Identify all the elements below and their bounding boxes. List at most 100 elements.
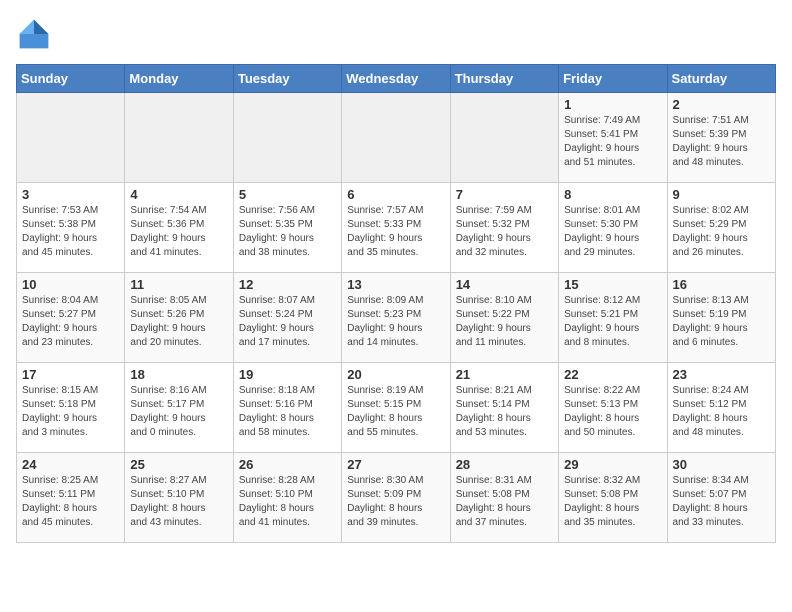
logo-icon [16,16,52,52]
calendar-cell: 25 Sunrise: 8:27 AM Sunset: 5:10 PM Dayli… [125,453,233,543]
day-number: 20 [347,367,444,382]
calendar-cell: 6 Sunrise: 7:57 AM Sunset: 5:33 PM Daylig… [342,183,450,273]
day-number: 14 [456,277,553,292]
calendar-cell: 29 Sunrise: 8:32 AM Sunset: 5:08 PM Dayli… [559,453,667,543]
day-number: 23 [673,367,770,382]
day-number: 7 [456,187,553,202]
calendar-cell: 27 Sunrise: 8:30 AM Sunset: 5:09 PM Dayli… [342,453,450,543]
calendar-cell: 15 Sunrise: 8:12 AM Sunset: 5:21 PM Dayli… [559,273,667,363]
calendar-cell: 18 Sunrise: 8:16 AM Sunset: 5:17 PM Dayli… [125,363,233,453]
calendar-week-2: 3 Sunrise: 7:53 AM Sunset: 5:38 PM Daylig… [17,183,776,273]
calendar-week-3: 10 Sunrise: 8:04 AM Sunset: 5:27 PM Dayli… [17,273,776,363]
day-info: Sunrise: 8:12 AM Sunset: 5:21 PM Dayligh… [564,294,661,350]
calendar-cell: 30 Sunrise: 8:34 AM Sunset: 5:07 PM Dayli… [667,453,775,543]
calendar-cell: 21 Sunrise: 8:21 AM Sunset: 5:14 PM Dayli… [450,363,558,453]
day-number: 27 [347,457,444,472]
page-header [16,16,776,52]
day-number: 2 [673,97,770,112]
day-number: 24 [22,457,119,472]
day-number: 11 [130,277,227,292]
day-number: 10 [22,277,119,292]
day-info: Sunrise: 8:24 AM Sunset: 5:12 PM Dayligh… [673,384,770,440]
calendar-cell: 4 Sunrise: 7:54 AM Sunset: 5:36 PM Daylig… [125,183,233,273]
day-info: Sunrise: 8:05 AM Sunset: 5:26 PM Dayligh… [130,294,227,350]
day-number: 6 [347,187,444,202]
day-info: Sunrise: 8:09 AM Sunset: 5:23 PM Dayligh… [347,294,444,350]
calendar-cell: 2Sunrise: 7:51 AM Sunset: 5:39 PM Daylig… [667,93,775,183]
calendar-cell [17,93,125,183]
day-info: Sunrise: 8:32 AM Sunset: 5:08 PM Dayligh… [564,474,661,530]
day-header-sunday: Sunday [17,65,125,93]
day-header-monday: Monday [125,65,233,93]
day-info: Sunrise: 8:07 AM Sunset: 5:24 PM Dayligh… [239,294,336,350]
day-header-tuesday: Tuesday [233,65,341,93]
day-number: 26 [239,457,336,472]
calendar-cell: 8Sunrise: 8:01 AM Sunset: 5:30 PM Daylig… [559,183,667,273]
day-number: 12 [239,277,336,292]
day-info: Sunrise: 8:04 AM Sunset: 5:27 PM Dayligh… [22,294,119,350]
day-number: 30 [673,457,770,472]
calendar-cell: 12 Sunrise: 8:07 AM Sunset: 5:24 PM Dayli… [233,273,341,363]
calendar-cell: 14 Sunrise: 8:10 AM Sunset: 5:22 PM Dayli… [450,273,558,363]
day-info: Sunrise: 8:10 AM Sunset: 5:22 PM Dayligh… [456,294,553,350]
calendar-cell: 9 Sunrise: 8:02 AM Sunset: 5:29 PM Daylig… [667,183,775,273]
calendar-week-5: 24 Sunrise: 8:25 AM Sunset: 5:11 PM Dayli… [17,453,776,543]
day-info: Sunrise: 8:30 AM Sunset: 5:09 PM Dayligh… [347,474,444,530]
calendar-cell: 17Sunrise: 8:15 AM Sunset: 5:18 PM Dayli… [17,363,125,453]
day-number: 18 [130,367,227,382]
day-number: 29 [564,457,661,472]
calendar-cell: 5 Sunrise: 7:56 AM Sunset: 5:35 PM Daylig… [233,183,341,273]
day-info: Sunrise: 8:27 AM Sunset: 5:10 PM Dayligh… [130,474,227,530]
calendar-cell: 23 Sunrise: 8:24 AM Sunset: 5:12 PM Dayli… [667,363,775,453]
day-number: 4 [130,187,227,202]
day-header-friday: Friday [559,65,667,93]
day-number: 15 [564,277,661,292]
logo [16,16,58,52]
day-info: Sunrise: 7:56 AM Sunset: 5:35 PM Dayligh… [239,204,336,260]
day-info: Sunrise: 8:21 AM Sunset: 5:14 PM Dayligh… [456,384,553,440]
calendar-cell: 11 Sunrise: 8:05 AM Sunset: 5:26 PM Dayli… [125,273,233,363]
day-number: 9 [673,187,770,202]
calendar-cell [450,93,558,183]
day-number: 25 [130,457,227,472]
day-info: Sunrise: 7:54 AM Sunset: 5:36 PM Dayligh… [130,204,227,260]
calendar-cell: 20Sunrise: 8:19 AM Sunset: 5:15 PM Dayli… [342,363,450,453]
calendar-cell [125,93,233,183]
day-number: 21 [456,367,553,382]
day-number: 19 [239,367,336,382]
calendar-cell: 13 Sunrise: 8:09 AM Sunset: 5:23 PM Dayli… [342,273,450,363]
calendar-week-4: 17Sunrise: 8:15 AM Sunset: 5:18 PM Dayli… [17,363,776,453]
calendar-cell: 24 Sunrise: 8:25 AM Sunset: 5:11 PM Dayli… [17,453,125,543]
day-number: 5 [239,187,336,202]
day-info: Sunrise: 8:25 AM Sunset: 5:11 PM Dayligh… [22,474,119,530]
day-info: Sunrise: 8:34 AM Sunset: 5:07 PM Dayligh… [673,474,770,530]
day-info: Sunrise: 8:22 AM Sunset: 5:13 PM Dayligh… [564,384,661,440]
day-info: Sunrise: 8:16 AM Sunset: 5:17 PM Dayligh… [130,384,227,440]
day-number: 13 [347,277,444,292]
day-header-wednesday: Wednesday [342,65,450,93]
calendar-cell: 26 Sunrise: 8:28 AM Sunset: 5:10 PM Dayli… [233,453,341,543]
calendar-header-row: SundayMondayTuesdayWednesdayThursdayFrid… [17,65,776,93]
day-info: Sunrise: 8:02 AM Sunset: 5:29 PM Dayligh… [673,204,770,260]
day-info: Sunrise: 7:57 AM Sunset: 5:33 PM Dayligh… [347,204,444,260]
calendar-cell: 16Sunrise: 8:13 AM Sunset: 5:19 PM Dayli… [667,273,775,363]
day-info: Sunrise: 7:53 AM Sunset: 5:38 PM Dayligh… [22,204,119,260]
day-info: Sunrise: 7:59 AM Sunset: 5:32 PM Dayligh… [456,204,553,260]
day-info: Sunrise: 7:49 AM Sunset: 5:41 PM Dayligh… [564,114,661,170]
day-number: 22 [564,367,661,382]
day-number: 8 [564,187,661,202]
day-number: 3 [22,187,119,202]
calendar-cell: 10 Sunrise: 8:04 AM Sunset: 5:27 PM Dayli… [17,273,125,363]
calendar-cell: 22 Sunrise: 8:22 AM Sunset: 5:13 PM Dayli… [559,363,667,453]
day-info: Sunrise: 8:31 AM Sunset: 5:08 PM Dayligh… [456,474,553,530]
calendar-cell [233,93,341,183]
calendar-cell: 28 Sunrise: 8:31 AM Sunset: 5:08 PM Dayli… [450,453,558,543]
calendar-cell [342,93,450,183]
calendar-week-1: 1 Sunrise: 7:49 AM Sunset: 5:41 PM Daylig… [17,93,776,183]
calendar-cell: 7 Sunrise: 7:59 AM Sunset: 5:32 PM Daylig… [450,183,558,273]
day-info: Sunrise: 8:28 AM Sunset: 5:10 PM Dayligh… [239,474,336,530]
day-info: Sunrise: 8:13 AM Sunset: 5:19 PM Dayligh… [673,294,770,350]
day-number: 28 [456,457,553,472]
calendar-cell: 1 Sunrise: 7:49 AM Sunset: 5:41 PM Daylig… [559,93,667,183]
day-number: 1 [564,97,661,112]
